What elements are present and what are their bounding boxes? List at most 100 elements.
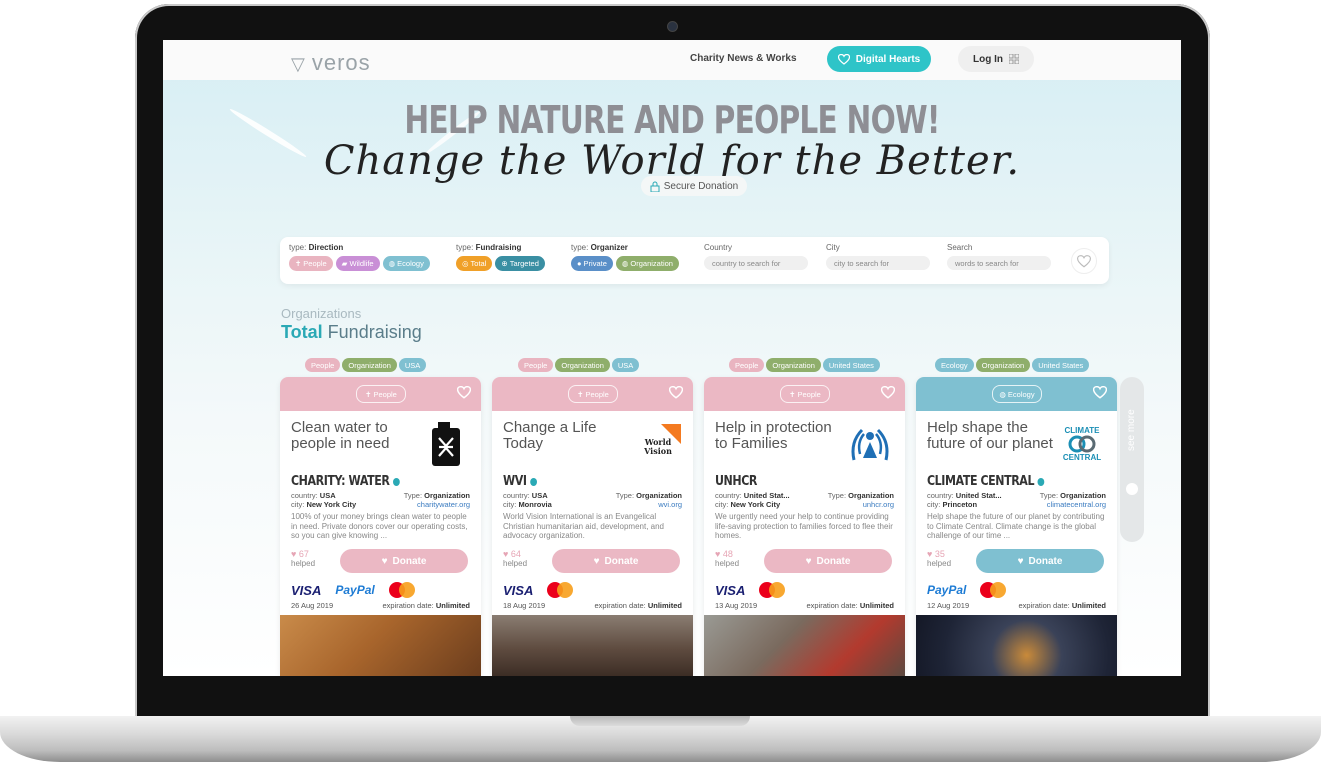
lock-icon: [650, 181, 660, 192]
org-name: CLIMATE CENTRAL: [927, 474, 1045, 489]
heart-icon[interactable]: [669, 386, 683, 399]
person-icon: ✝: [295, 259, 302, 268]
logo[interactable]: ▽ veros: [291, 50, 371, 76]
chip-ecology[interactable]: ◍ Ecology: [382, 256, 430, 271]
verified-icon: [529, 477, 537, 486]
card-tags: People Organization USA: [518, 358, 640, 372]
helped-count: ♥ 35 helped: [927, 549, 952, 569]
card-category-pill: ✝ People: [780, 385, 830, 403]
tag-country[interactable]: USA: [398, 358, 427, 372]
card-category-pill: ✝ People: [568, 385, 618, 403]
tag-organization[interactable]: Organization: [342, 358, 397, 372]
chip-organization[interactable]: ◍ Organization: [615, 256, 679, 271]
campaign-card[interactable]: ✝ People Change a Life Today World Vision…: [492, 377, 693, 676]
secure-donation-badge: Secure Donation: [641, 176, 747, 196]
see-more-button[interactable]: see more: [1120, 377, 1144, 542]
chip-private[interactable]: ● Private: [571, 256, 613, 271]
paypal-logo: PayPal: [335, 583, 375, 597]
see-more-label: see more: [1126, 409, 1137, 451]
card-dates: 13 Aug 2019 expiration date: Unlimited: [715, 601, 894, 610]
tag-country[interactable]: United States: [1032, 358, 1090, 372]
pin-icon: ●: [577, 259, 582, 268]
heart-icon[interactable]: [457, 386, 471, 399]
donate-button[interactable]: ♥ Donate: [976, 549, 1104, 573]
website-link[interactable]: unhcr.org: [863, 500, 894, 509]
visa-logo: VISA: [715, 582, 746, 598]
globe-icon: ◍: [388, 259, 396, 268]
payment-methods: VISA PayPal: [291, 582, 415, 598]
charity-news-link[interactable]: Charity News & Works: [690, 53, 797, 64]
org-name: WVI: [503, 474, 537, 489]
tag-organization[interactable]: Organization: [555, 358, 610, 372]
mastercard-logo: [547, 582, 574, 598]
country-input[interactable]: country to search for: [704, 256, 808, 270]
card-title: Clean water to people in need: [291, 419, 390, 452]
login-button[interactable]: Log In: [958, 46, 1034, 72]
heart-icon[interactable]: [1093, 386, 1107, 399]
donate-button[interactable]: ♥ Donate: [552, 549, 680, 573]
heart-icon: ♥: [593, 555, 600, 567]
heart-icon: ♥: [1017, 555, 1024, 567]
campaign-card[interactable]: ◍ Ecology Help shape the future of our pl…: [916, 377, 1117, 676]
website-link[interactable]: wvi.org: [658, 500, 682, 509]
search-input[interactable]: words to search for: [947, 256, 1051, 270]
payment-methods: PayPal: [927, 582, 1007, 598]
chip-people[interactable]: ✝ People: [289, 256, 333, 271]
card-header: ✝ People: [280, 377, 481, 411]
secure-donation-label: Secure Donation: [663, 180, 739, 192]
camera: [667, 21, 678, 32]
chip-targeted[interactable]: ⊕ Targeted: [495, 256, 545, 271]
helped-count: ♥ 48 helped: [715, 549, 740, 569]
tag-people[interactable]: People: [518, 358, 554, 372]
card-description: We urgently need your help to continue p…: [715, 512, 893, 540]
person-icon: ✝: [365, 389, 372, 399]
section-title: Total Fundraising: [281, 322, 422, 342]
grid-icon: [1009, 54, 1019, 64]
chip-total[interactable]: ◎ Total: [456, 256, 493, 271]
logo-mark-icon: ▽: [291, 54, 306, 74]
card-meta: country: United Stat... Type: Organizatio…: [927, 491, 1106, 509]
donate-button[interactable]: ♥ Donate: [764, 549, 892, 573]
verified-icon: [392, 477, 400, 486]
website-link[interactable]: climatecentral.org: [1047, 500, 1106, 509]
tag-ecology[interactable]: Ecology: [935, 358, 974, 372]
tag-organization[interactable]: Organization: [766, 358, 821, 372]
filter-direction: type: Direction ✝ People ▰ Wildlife ◍ Ecolo…: [289, 243, 430, 271]
org-name: CHARITY: WATER: [291, 474, 400, 489]
chip-wildlife[interactable]: ▰ Wildlife: [335, 256, 380, 271]
filter-search: Search words to search for: [947, 243, 1051, 270]
heart-icon: ♥: [381, 555, 388, 567]
card-tags: Ecology Organization United States: [935, 358, 1090, 372]
card-tags: People Organization USA: [305, 358, 427, 372]
digital-hearts-button[interactable]: Digital Hearts: [827, 46, 931, 72]
card-header: ✝ People: [492, 377, 693, 411]
card-category-pill: ✝ People: [356, 385, 406, 403]
tag-people[interactable]: People: [305, 358, 341, 372]
tag-country[interactable]: United States: [822, 358, 880, 372]
city-input[interactable]: city to search for: [826, 256, 930, 270]
campaign-card[interactable]: ✝ People Clean water to people in need CH…: [280, 377, 481, 676]
filter-organizer-label: type: Organizer: [571, 243, 628, 252]
card-description: Help shape the future of our planet by c…: [927, 512, 1105, 540]
card-header: ◍ Ecology: [916, 377, 1117, 411]
card-photo: [280, 615, 481, 676]
wildlife-icon: ▰: [341, 259, 348, 268]
screen: ▽ veros Charity News & Works Digital Hear…: [163, 40, 1181, 676]
filter-fundraising-label: type: Fundraising: [456, 243, 522, 252]
paypal-logo: PayPal: [927, 583, 967, 597]
filter-bar: type: Direction ✝ People ▰ Wildlife ◍ Ecolo…: [280, 237, 1109, 284]
person-icon: ✝: [577, 389, 584, 399]
heart-icon: ♥: [805, 555, 812, 567]
card-photo: [916, 615, 1117, 676]
tag-organization[interactable]: Organization: [975, 358, 1031, 372]
website-link[interactable]: charitywater.org: [417, 500, 470, 509]
filter-country-label: Country: [704, 243, 733, 252]
tag-people[interactable]: People: [729, 358, 765, 372]
tag-country[interactable]: USA: [611, 358, 640, 372]
campaign-card[interactable]: ✝ People Help in protection to Families U…: [704, 377, 905, 676]
login-label: Log In: [973, 53, 1003, 65]
heart-icon[interactable]: [881, 386, 895, 399]
person-icon: ✝: [789, 389, 796, 399]
favorites-button[interactable]: [1071, 248, 1097, 274]
donate-button[interactable]: ♥ Donate: [340, 549, 468, 573]
